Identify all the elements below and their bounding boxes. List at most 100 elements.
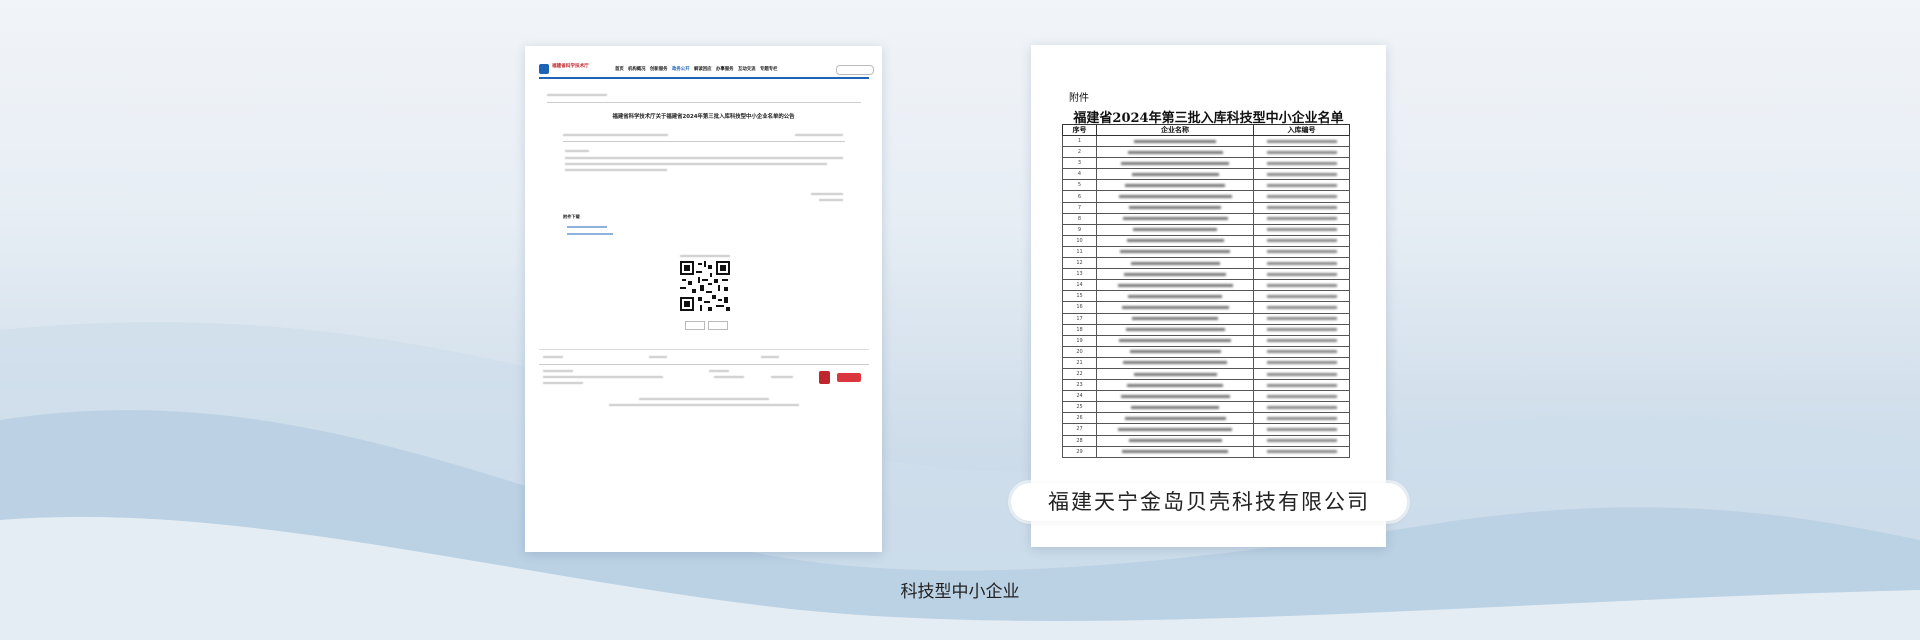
highlight-company-pill: 福建天宁金岛贝壳科技有限公司: [1011, 483, 1407, 521]
body-text: [565, 169, 667, 171]
company-name-cell: [1096, 423, 1254, 436]
registration-id-cell: [1253, 234, 1350, 247]
table-row: 7: [1062, 201, 1350, 214]
nav-item: 创新服务: [650, 67, 668, 72]
registration-id-cell: [1253, 434, 1350, 447]
notice-webpage-screenshot: 福建省科学技术厅 首页 机构概况 创新服务 政务公开 解读回应 办事服务 互动交…: [525, 46, 882, 552]
table-row: 16: [1062, 301, 1350, 314]
table-row: 15: [1062, 290, 1350, 303]
registration-id-cell: [1253, 279, 1350, 292]
footer-link: [649, 356, 667, 358]
registration-id-cell: [1253, 201, 1350, 214]
row-number: 19: [1062, 334, 1097, 347]
table-row: 24: [1062, 390, 1350, 403]
nav-item: 机构概况: [628, 67, 646, 72]
site-name: 福建省科学技术厅: [552, 64, 589, 69]
qr-caption: [680, 255, 730, 257]
body-text: [565, 150, 589, 152]
row-number: 6: [1062, 190, 1097, 203]
attachments-heading: 附件下载: [563, 214, 580, 219]
footer-text: [709, 370, 729, 372]
registration-id-cell: [1253, 390, 1350, 403]
row-number: 5: [1062, 179, 1097, 192]
attachment-link[interactable]: [567, 226, 607, 228]
company-name-cell: [1096, 312, 1254, 325]
row-number: 11: [1062, 245, 1097, 259]
registration-id-cell: [1253, 268, 1350, 281]
registration-id-cell: [1253, 179, 1350, 192]
company-name-cell: [1096, 190, 1254, 203]
highlight-company-name: 福建天宁金岛贝壳科技有限公司: [1048, 490, 1370, 514]
registration-id-cell: [1253, 356, 1350, 369]
table-row: 6: [1062, 190, 1350, 203]
table-row: 8: [1062, 212, 1350, 225]
company-name-cell: [1096, 245, 1254, 259]
company-name-cell: [1096, 301, 1254, 314]
row-number: 24: [1062, 390, 1097, 403]
row-number: 25: [1062, 401, 1097, 414]
nav-underline: [539, 77, 869, 79]
table-row: 18: [1062, 323, 1350, 336]
table-row: 9: [1062, 223, 1350, 236]
table-row: 10: [1062, 234, 1350, 247]
company-name-cell: [1096, 157, 1254, 170]
signature-org: [811, 193, 843, 195]
footer-text: [771, 376, 793, 378]
table-row: 13: [1062, 268, 1350, 281]
table-row: 29: [1062, 445, 1350, 458]
qr-code-icon: [680, 261, 730, 311]
company-name-cell: [1096, 434, 1254, 447]
divider: [563, 141, 845, 142]
column-header: 企业名称: [1096, 124, 1254, 136]
nav-item: 互动交流: [738, 67, 756, 72]
divider: [547, 102, 861, 103]
company-name-cell: [1096, 257, 1254, 270]
table-body: 1 2 3 4 5 6 7 8 9 10 11 12 13 14 15 16 17 18 19 20 21 22 23 24 2…: [1062, 134, 1350, 458]
registration-id-cell: [1253, 168, 1350, 181]
company-name-cell: [1096, 134, 1254, 148]
registration-id-cell: [1253, 412, 1350, 425]
registration-id-cell: [1253, 423, 1350, 436]
table-row: 25: [1062, 401, 1350, 414]
registration-id-cell: [1253, 301, 1350, 314]
company-name-cell: [1096, 223, 1254, 236]
registration-id-cell: [1253, 157, 1350, 170]
print-button[interactable]: [685, 321, 705, 330]
footer-text: [543, 382, 583, 384]
company-name-cell: [1096, 168, 1254, 181]
company-name-cell: [1096, 412, 1254, 425]
attachment-link[interactable]: [567, 233, 613, 235]
nav-item: 解读回应: [694, 67, 712, 72]
registration-id-cell: [1253, 245, 1350, 259]
row-number: 17: [1062, 312, 1097, 325]
row-number: 12: [1062, 257, 1097, 270]
company-name-cell: [1096, 279, 1254, 292]
site-logo-icon: [539, 64, 549, 74]
site-header: 福建省科学技术厅 首页 机构概况 创新服务 政务公开 解读回应 办事服务 互动交…: [539, 62, 874, 76]
table-row: 26: [1062, 412, 1350, 425]
registration-id-cell: [1253, 445, 1350, 458]
row-number: 8: [1062, 212, 1097, 225]
company-name-cell: [1096, 179, 1254, 192]
nav-item: 首页: [615, 67, 624, 72]
body-text: [565, 157, 843, 159]
close-button[interactable]: [708, 321, 728, 330]
company-name-cell: [1096, 234, 1254, 247]
company-name-cell: [1096, 334, 1254, 347]
row-number: 10: [1062, 234, 1097, 247]
row-number: 2: [1062, 146, 1097, 159]
row-number: 4: [1062, 168, 1097, 181]
company-name-cell: [1096, 345, 1254, 358]
table-row: 5: [1062, 179, 1350, 192]
table-row: 20: [1062, 345, 1350, 358]
search-box: [836, 65, 874, 75]
footer-text: [714, 376, 744, 378]
share-icons: [795, 134, 843, 136]
table-row: 19: [1062, 334, 1350, 347]
company-name-cell: [1096, 379, 1254, 392]
registration-id-cell: [1253, 212, 1350, 225]
company-name-cell: [1096, 390, 1254, 403]
registration-id-cell: [1253, 257, 1350, 270]
row-number: 22: [1062, 367, 1097, 381]
column-header: 序号: [1062, 124, 1097, 136]
